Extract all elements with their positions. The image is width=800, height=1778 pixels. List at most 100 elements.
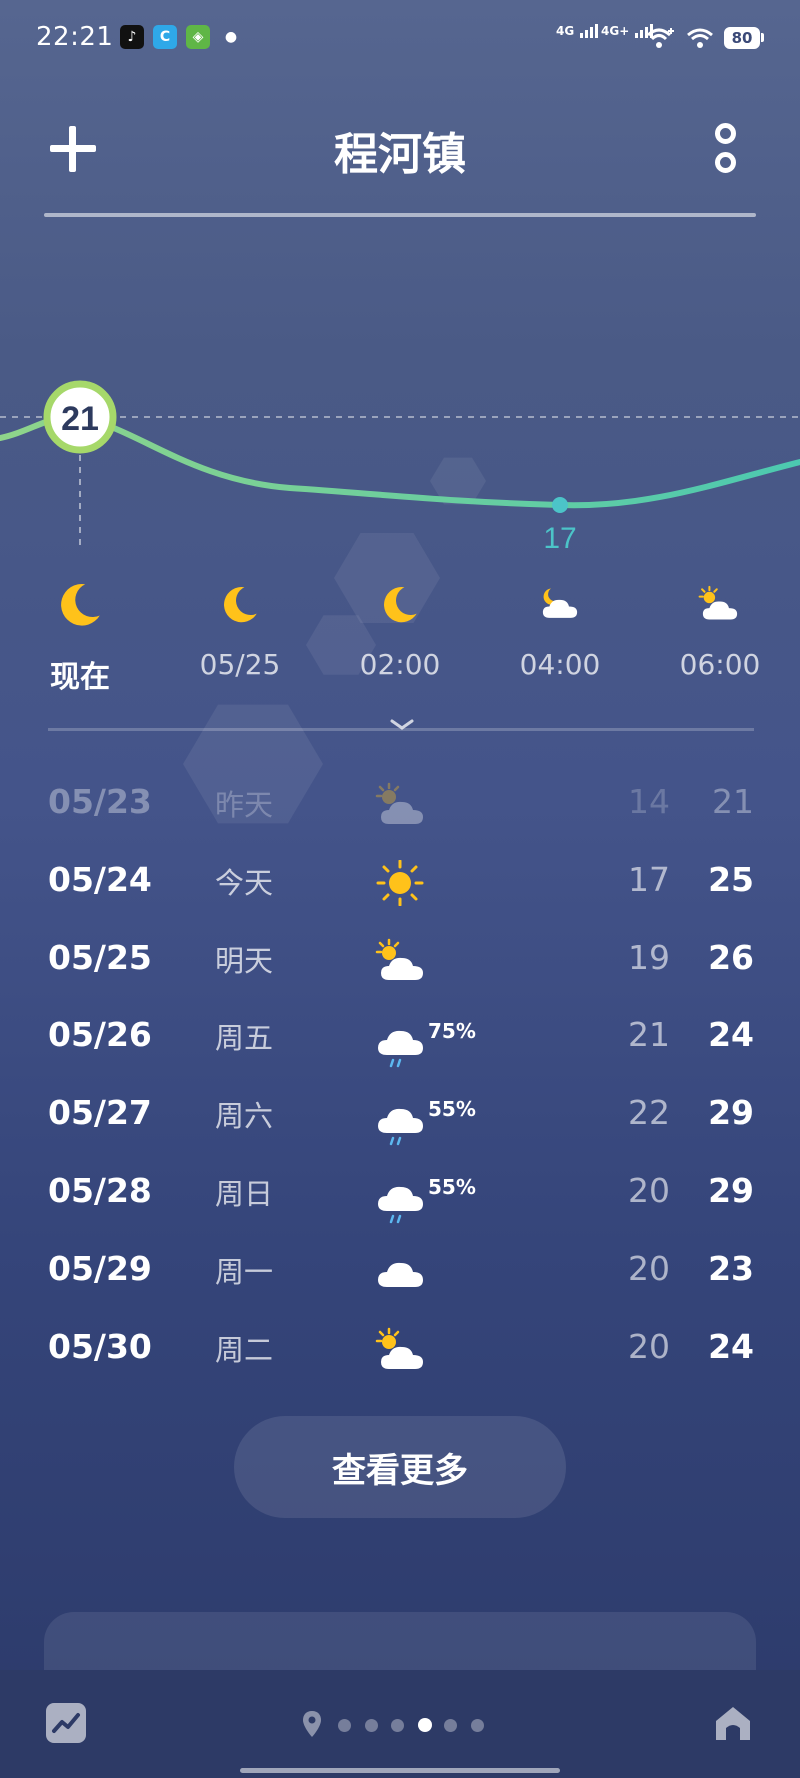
daily-forecast-row[interactable]: 05/26 周五 75% 21 24	[0, 1015, 800, 1091]
browser-icon: C	[153, 25, 177, 49]
hourly-time-label: 05/25	[199, 648, 281, 681]
hourly-time-label: 02:00	[359, 648, 441, 681]
low-temp: 20	[628, 1326, 670, 1366]
high-temp: 29	[708, 1093, 754, 1133]
high-temp: 26	[708, 937, 754, 977]
daily-forecast-row[interactable]: 05/30 周二 20 24	[0, 1327, 800, 1403]
network-type-label: 4G+	[601, 24, 630, 38]
precipitation-chance: 55%	[428, 1175, 476, 1199]
forecast-date: 05/23	[48, 782, 152, 821]
sun-icon	[375, 859, 429, 907]
forecast-date: 05/29	[48, 1248, 152, 1288]
low-temp: 19	[628, 937, 670, 977]
forecast-weekday: 今天	[215, 865, 274, 900]
forecast-weekday: 周日	[215, 1177, 274, 1211]
hourly-item: 06:00	[650, 578, 790, 681]
daily-forecast-row[interactable]: 05/28 周日 55% 20 29	[0, 1171, 800, 1247]
precipitation-chance: 75%	[428, 1019, 476, 1044]
forecast-date: 05/30	[48, 1326, 152, 1366]
daily-forecast-row[interactable]: 05/27 周六 55% 22 29	[0, 1093, 800, 1169]
sun-cloud-icon	[375, 1327, 429, 1373]
low-temp: 22	[628, 1093, 670, 1133]
signal-bars-icon	[580, 22, 599, 38]
moon-icon	[378, 582, 422, 626]
hourly-item: 02:00	[330, 578, 470, 681]
maps-app-icon: ◈	[186, 25, 210, 49]
forecast-weekday: 明天	[215, 943, 274, 978]
chevron-down-icon[interactable]	[390, 718, 414, 732]
daily-forecast-row[interactable]: 05/29 周一 20 23	[0, 1249, 800, 1325]
forecast-weekday: 周六	[215, 1099, 274, 1134]
battery-tip	[761, 33, 764, 42]
page-dot[interactable]	[417, 1718, 432, 1732]
status-time: 22:21	[36, 22, 114, 52]
home-indicator	[240, 1768, 560, 1773]
trend-chart-button[interactable]	[46, 1703, 86, 1743]
low-temp: 21	[628, 1015, 670, 1055]
min-temp-dot	[552, 497, 568, 513]
battery-indicator: 80	[724, 27, 760, 49]
network-type-label: 4G	[556, 24, 575, 38]
high-temp: 23	[708, 1248, 754, 1288]
forecast-weekday: 周二	[215, 1332, 274, 1367]
low-temp: 17	[628, 859, 670, 899]
rain-icon	[375, 1181, 429, 1227]
high-temp: 29	[708, 1171, 754, 1210]
rain-icon	[375, 1103, 429, 1149]
daily-forecast-row[interactable]: 05/25 明天 19 26	[0, 938, 800, 1014]
hourly-time-label: 现在	[50, 660, 110, 695]
rain-icon	[375, 1025, 429, 1071]
page-dot[interactable]	[391, 1719, 404, 1732]
low-temp: 14	[628, 782, 670, 821]
home-city-button[interactable]	[712, 1702, 754, 1744]
forecast-weekday: 昨天	[215, 788, 274, 822]
min-temp-label: 17	[543, 522, 576, 555]
wechat-icon: ●	[224, 29, 238, 45]
forecast-weekday: 周一	[215, 1254, 274, 1289]
hourly-time-label: 06:00	[679, 648, 761, 681]
page-dot[interactable]	[364, 1719, 378, 1732]
signal-sim1: 4G	[556, 22, 599, 38]
low-temp: 20	[628, 1248, 670, 1288]
forecast-date: 05/24	[48, 859, 152, 899]
daily-forecast-row[interactable]: 05/23 昨天 14 21	[0, 782, 800, 858]
battery-level: 80	[731, 29, 753, 47]
wifi-icon	[687, 28, 713, 48]
moon-icon	[218, 582, 262, 626]
city-title: 程河镇	[334, 129, 466, 180]
wifi-plus-icon	[646, 28, 674, 48]
hourly-temperature-chart: 21 17	[0, 380, 800, 555]
moon-cloud-icon	[538, 582, 582, 626]
high-temp: 21	[712, 782, 754, 821]
sun-cloud-icon	[698, 582, 742, 626]
page-dot[interactable]	[470, 1719, 484, 1732]
more-options-button[interactable]	[710, 123, 740, 173]
hourly-item: 现在	[10, 578, 150, 696]
see-more-button[interactable]: 查看更多	[234, 1416, 566, 1518]
see-more-label: 查看更多	[332, 1450, 468, 1491]
high-temp: 24	[708, 1326, 754, 1366]
forecast-date: 05/28	[48, 1171, 152, 1210]
forecast-date: 05/25	[48, 937, 152, 977]
high-temp: 24	[708, 1015, 754, 1055]
trend-icon	[52, 1713, 80, 1733]
hourly-item: 04:00	[490, 578, 630, 681]
temperature-curve	[0, 413, 800, 509]
location-pin-icon	[303, 1711, 321, 1737]
precipitation-chance: 55%	[428, 1097, 476, 1122]
forecast-date: 05/26	[48, 1015, 152, 1055]
sun-cloud-icon	[375, 938, 429, 984]
forecast-date: 05/27	[48, 1093, 152, 1133]
page-dot[interactable]	[444, 1719, 457, 1732]
current-temp-label: 21	[61, 400, 99, 438]
add-city-button[interactable]	[50, 126, 96, 172]
daily-forecast-row[interactable]: 05/24 今天 17 25	[0, 859, 800, 936]
cloud-icon	[375, 1249, 429, 1295]
sun-cloud-icon	[375, 782, 429, 828]
hourly-time-label: 04:00	[519, 648, 601, 681]
tiktok-icon: ♪	[120, 25, 144, 49]
hourly-item: 05/25	[170, 578, 310, 681]
forecast-weekday: 周五	[215, 1021, 274, 1056]
moon-icon	[54, 578, 106, 630]
page-dot[interactable]	[338, 1719, 351, 1732]
